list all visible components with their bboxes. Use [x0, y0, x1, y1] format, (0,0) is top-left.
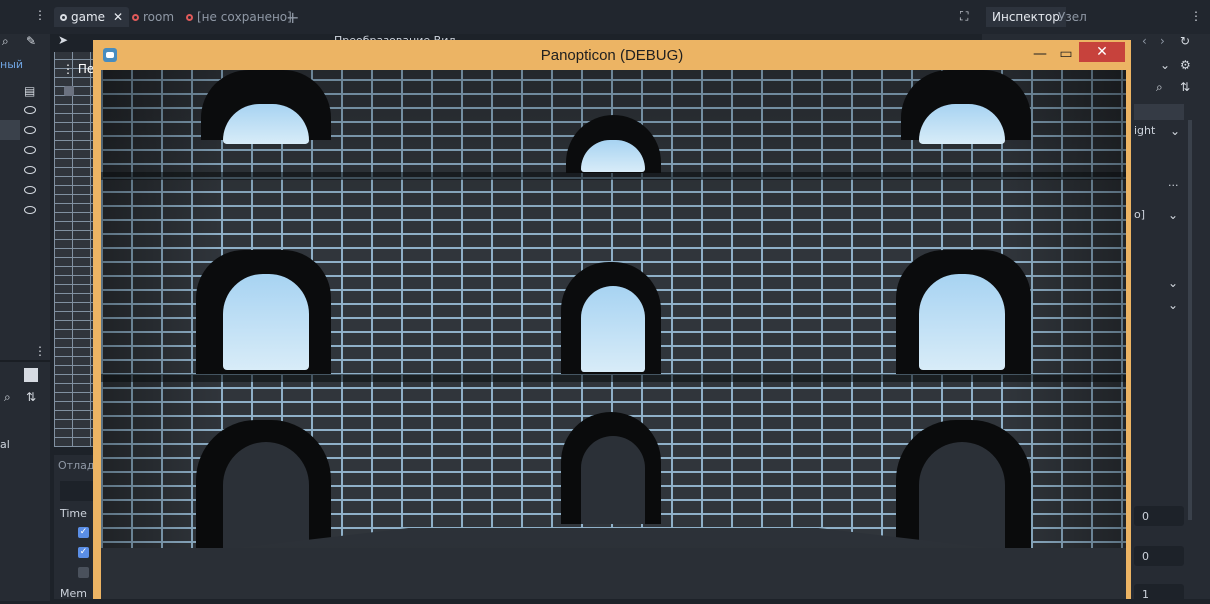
- search-icon[interactable]: ⌕: [1156, 80, 1163, 95]
- checkbox-checked[interactable]: ✓: [78, 527, 89, 538]
- floor-ledge: [101, 374, 1126, 382]
- list-view-icon[interactable]: [24, 368, 38, 382]
- search-icon[interactable]: ⌕: [2, 34, 9, 49]
- history-icon[interactable]: ↻: [1180, 34, 1190, 48]
- visibility-icon[interactable]: [24, 126, 36, 134]
- close-icon[interactable]: ✕: [113, 10, 123, 24]
- scene-icon: [132, 13, 139, 21]
- more-button[interactable]: ...: [1168, 176, 1179, 189]
- checkbox[interactable]: [78, 567, 89, 578]
- number-field[interactable]: 0: [1134, 546, 1184, 566]
- checkbox-checked[interactable]: ✓: [78, 547, 89, 558]
- back-icon[interactable]: ‹: [1142, 34, 1147, 48]
- tab-node[interactable]: Узел: [1052, 7, 1093, 27]
- maximize-button[interactable]: ▭: [1053, 45, 1079, 63]
- filesystem-dock: ⌕ ⇅ al: [0, 360, 50, 601]
- tab-label: game: [71, 10, 106, 24]
- visibility-icon[interactable]: [24, 166, 36, 174]
- chevron-down-icon[interactable]: ⌄: [1160, 58, 1170, 72]
- select-tool-icon[interactable]: ➤: [58, 33, 68, 47]
- visibility-icon[interactable]: [24, 146, 36, 154]
- chevron-down-icon[interactable]: ⌄: [1168, 276, 1178, 290]
- window-title: Panopticon (DEBUG): [540, 47, 684, 64]
- tab-room[interactable]: room: [126, 7, 180, 27]
- debugger-panel: Отлад Time ✓ ✓ Mem: [54, 455, 98, 600]
- tab-unsaved[interactable]: [не сохранено]: [180, 7, 298, 27]
- number-field[interactable]: 0: [1134, 506, 1184, 526]
- tree-item-time[interactable]: Time: [60, 507, 87, 520]
- scene-icon: [60, 13, 67, 21]
- game-viewport[interactable]: [101, 70, 1126, 599]
- selected-row[interactable]: [0, 120, 20, 140]
- debugger-tab[interactable]: Отлад: [58, 459, 94, 472]
- filter-icon[interactable]: ⇅: [1180, 80, 1190, 94]
- tools-icon[interactable]: ⚙: [1180, 58, 1191, 72]
- property-value[interactable]: o]: [1134, 208, 1145, 221]
- scene-icon: [186, 13, 193, 21]
- tree-item-memory[interactable]: Mem: [60, 587, 87, 600]
- doorway: [581, 436, 645, 524]
- visibility-icon[interactable]: [24, 186, 36, 194]
- close-button[interactable]: ✕: [1079, 42, 1125, 62]
- window-title-bar[interactable]: Panopticon (DEBUG) — ▭ ✕: [93, 40, 1131, 70]
- script-icon[interactable]: ✎: [26, 34, 36, 48]
- forward-icon[interactable]: ›: [1160, 34, 1165, 48]
- add-tab-icon[interactable]: +: [286, 8, 299, 27]
- doorway: [223, 442, 309, 549]
- checkbox[interactable]: [64, 86, 74, 96]
- dock-text: al: [0, 438, 10, 451]
- chevron-down-icon[interactable]: ⌄: [1168, 298, 1178, 312]
- section-header[interactable]: [1134, 104, 1184, 120]
- floor-front: [101, 548, 1126, 599]
- property-value[interactable]: ight: [1134, 124, 1155, 137]
- window-sky: [919, 274, 1005, 370]
- visibility-icon[interactable]: [24, 206, 36, 214]
- viewport-label: Пе: [77, 62, 95, 76]
- minimize-button[interactable]: —: [1027, 45, 1053, 63]
- tab-game[interactable]: game ✕: [54, 7, 130, 27]
- script-icon: ▤: [24, 84, 36, 98]
- more-vertical-icon[interactable]: ⋮: [1190, 9, 1202, 23]
- more-vertical-icon[interactable]: ⋮: [34, 8, 46, 22]
- distraction-free-icon[interactable]: ⛶: [960, 9, 968, 24]
- chevron-down-icon[interactable]: ⌄: [1168, 208, 1178, 222]
- window-sky: [581, 286, 645, 372]
- visibility-icon[interactable]: [24, 106, 36, 114]
- tab-label: [не сохранено]: [197, 10, 292, 24]
- chevron-down-icon[interactable]: ⌄: [1170, 124, 1180, 138]
- tab-label: room: [143, 10, 175, 24]
- more-vertical-icon[interactable]: ⋮: [34, 344, 46, 358]
- floor-ledge: [101, 172, 1126, 180]
- number-field[interactable]: 1: [1134, 584, 1184, 604]
- dock-label: ный: [0, 58, 24, 71]
- window-sky: [223, 274, 309, 370]
- game-window[interactable]: Panopticon (DEBUG) — ▭ ✕: [93, 40, 1131, 599]
- doorway: [919, 442, 1005, 549]
- viewport-menu[interactable]: ⋮ Пе: [62, 62, 94, 76]
- scrollbar[interactable]: [1188, 120, 1192, 520]
- search-icon[interactable]: ⌕: [4, 390, 11, 405]
- filter-icon[interactable]: ⇅: [26, 390, 36, 404]
